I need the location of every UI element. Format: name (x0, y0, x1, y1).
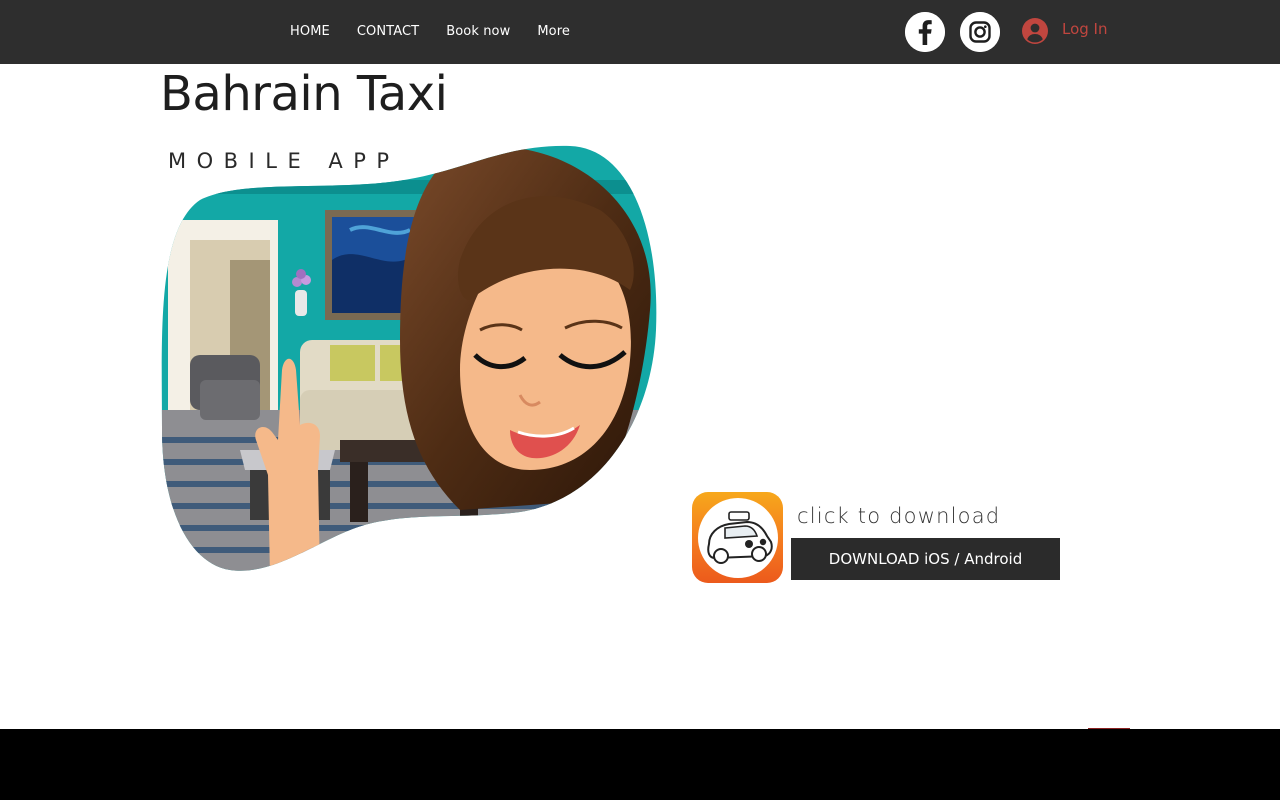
facebook-icon[interactable] (905, 12, 945, 52)
taxi-car-app-icon[interactable] (692, 492, 783, 583)
login-label: Log In (1062, 20, 1108, 38)
nav-item-book-now[interactable]: Book now (446, 22, 510, 42)
page: HOME CONTACT Book now More Log In Bahrai… (0, 0, 1280, 800)
download-caption: click to download (797, 504, 1001, 528)
nav-item-home[interactable]: HOME (290, 22, 330, 42)
instagram-icon[interactable] (960, 12, 1000, 52)
taxi-car-icon (697, 497, 778, 578)
main-nav: HOME CONTACT Book now More (290, 22, 570, 42)
hero-illustration (160, 140, 660, 576)
download-app-button[interactable]: DOWNLOAD iOS / Android (791, 538, 1060, 580)
site-subtitle: MOBILE APP (168, 149, 400, 173)
footer (0, 729, 1280, 800)
user-avatar-icon (1020, 16, 1050, 46)
login-button[interactable]: Log In (1020, 16, 1108, 46)
site-title: Bahrain Taxi (160, 66, 448, 122)
nav-item-more[interactable]: More (537, 22, 570, 42)
nav-item-contact[interactable]: CONTACT (357, 22, 419, 42)
top-navigation-bar: HOME CONTACT Book now More Log In (0, 0, 1280, 64)
